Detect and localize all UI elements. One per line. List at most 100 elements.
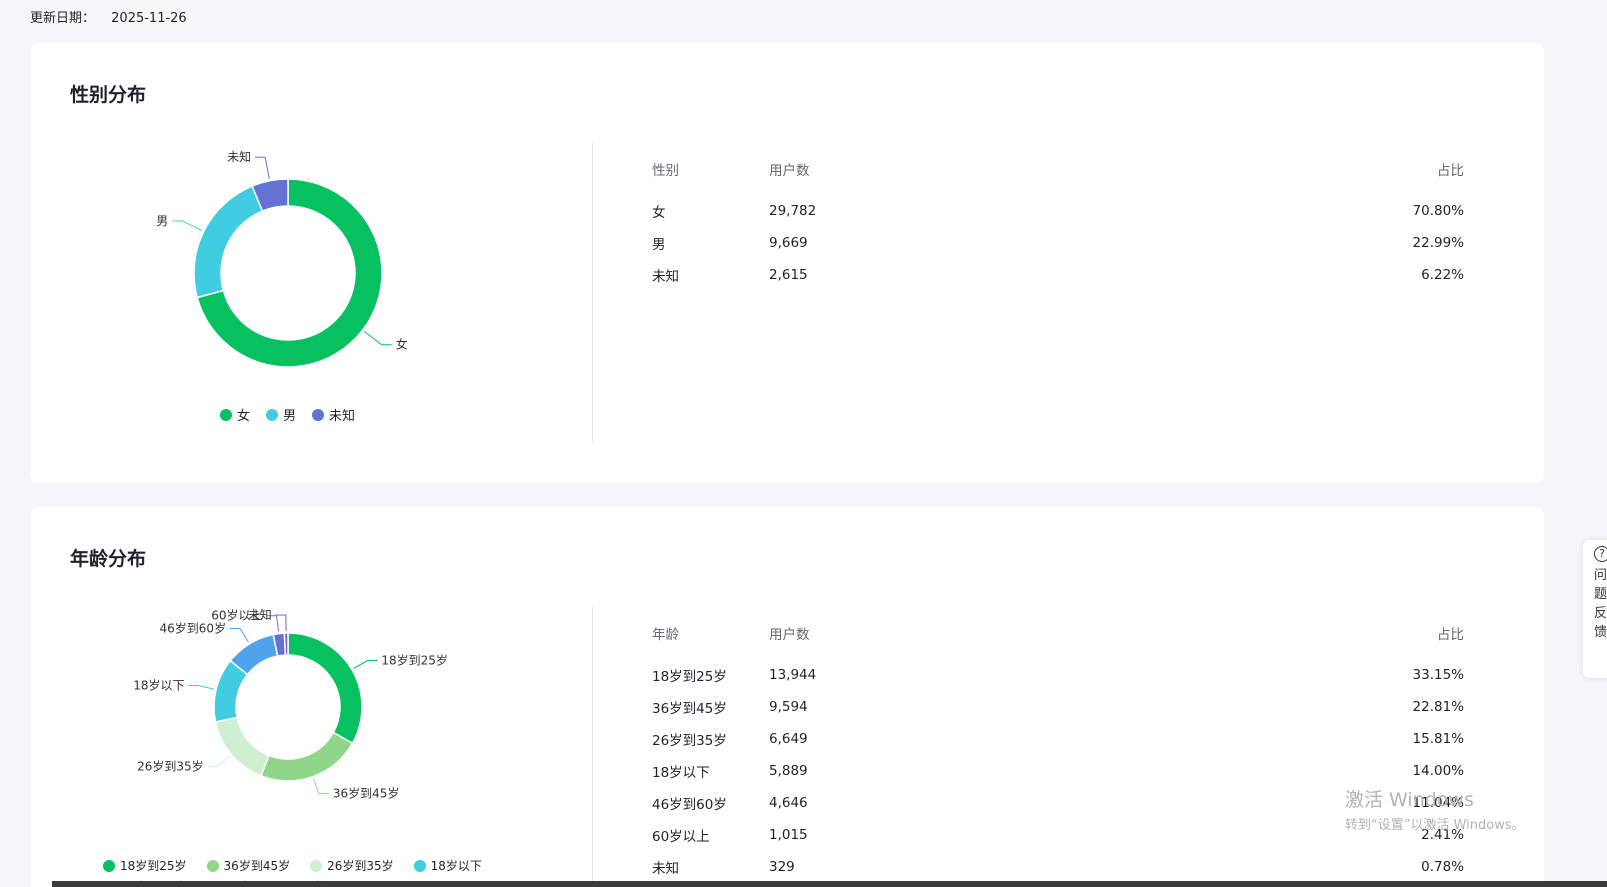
gender-legend-item[interactable]: 女 bbox=[220, 405, 250, 424]
row-users: 9,669 bbox=[769, 235, 808, 251]
gender-donut-chart: 女 男 未知 bbox=[156, 150, 408, 368]
row-label: 60岁以上 bbox=[652, 829, 710, 845]
row-label: 46岁到60岁 bbox=[652, 797, 727, 813]
row-label: 18岁以下 bbox=[652, 765, 710, 781]
table-row: 26岁到35岁 6,649 15.81% bbox=[652, 723, 1464, 755]
age-leader-line bbox=[188, 684, 215, 690]
row-label: 18岁到25岁 bbox=[652, 669, 727, 685]
row-ratio: 33.15% bbox=[1412, 667, 1464, 683]
gender-legend-item[interactable]: 男 bbox=[266, 405, 296, 424]
gender-leader-line bbox=[255, 156, 270, 179]
row-users: 13,944 bbox=[769, 667, 817, 683]
legend-dot-icon bbox=[206, 859, 219, 872]
table-row: 46岁到60岁 4,646 11.04% bbox=[652, 787, 1464, 819]
age-slice bbox=[259, 731, 354, 782]
watermark-line1: 激活 Windows bbox=[1345, 789, 1474, 811]
row-label: 未知 bbox=[652, 269, 679, 285]
gender-leader-line bbox=[172, 220, 203, 231]
table-row: 男 9,669 22.99% bbox=[652, 227, 1464, 259]
row-ratio: 14.00% bbox=[1412, 763, 1464, 779]
age-header-users: 用户数 bbox=[769, 627, 810, 643]
row-users: 6,649 bbox=[769, 731, 808, 747]
help-icon: ? bbox=[1594, 546, 1607, 562]
age-distribution-card: 年龄分布 18岁到25岁 36岁到45岁 26岁到35岁 18岁以下 46岁到60岁 60… bbox=[30, 507, 1544, 887]
age-table: 年龄 用户数 占比 18岁到25岁 13,944 33.15% 36岁到45岁 … bbox=[652, 623, 1464, 883]
age-donut-chart: 18岁到25岁36岁到45岁26岁到35岁18岁以下46岁到60岁60岁以上未知 bbox=[133, 608, 448, 801]
feedback-label: 问题反馈 bbox=[1594, 568, 1607, 640]
gender-legend: 女 男 未知 bbox=[220, 405, 371, 424]
age-legend-item[interactable]: 18岁到25岁 bbox=[103, 857, 187, 874]
row-users: 5,889 bbox=[769, 763, 808, 779]
gender-table: 性别 用户数 占比 女 29,782 70.80% 男 9,669 22.99%… bbox=[652, 159, 1464, 291]
gender-legend-label: 男 bbox=[283, 409, 297, 424]
table-row: 36岁到45岁 9,594 22.81% bbox=[652, 691, 1464, 723]
age-slice-label: 36岁到45岁 bbox=[333, 786, 400, 801]
age-legend-item[interactable]: 36岁到45岁 bbox=[206, 857, 290, 874]
legend-dot-icon bbox=[266, 408, 279, 421]
age-legend-label: 18岁以下 bbox=[430, 859, 482, 873]
age-header-category: 年龄 bbox=[652, 627, 679, 643]
age-leader-line bbox=[230, 627, 249, 643]
gender-slice-label: 男 bbox=[156, 214, 168, 228]
table-row: 未知 329 0.78% bbox=[652, 851, 1464, 883]
gender-distribution-card: 性别分布 女男未知 女男未知 性别 用户数 占比 女 29,782 70.80%… bbox=[30, 43, 1544, 483]
bottom-scrollbar[interactable] bbox=[52, 881, 1607, 887]
row-users: 2,615 bbox=[769, 267, 808, 283]
row-users: 29,782 bbox=[769, 203, 817, 219]
age-legend-item[interactable]: 26岁到35岁 bbox=[310, 857, 394, 874]
table-row: 未知 2,615 6.22% bbox=[652, 259, 1464, 291]
gender-header-ratio: 占比 bbox=[1437, 163, 1464, 179]
row-users: 9,594 bbox=[769, 699, 808, 715]
age-leader-line bbox=[353, 660, 378, 670]
age-table-header: 年龄 用户数 占比 bbox=[652, 623, 1464, 659]
age-divider bbox=[592, 607, 593, 887]
row-ratio: 0.78% bbox=[1421, 859, 1464, 875]
row-label: 36岁到45岁 bbox=[652, 701, 727, 717]
row-ratio: 6.22% bbox=[1421, 267, 1464, 283]
feedback-button[interactable]: ? 问题反馈 bbox=[1583, 540, 1607, 678]
age-slice-label: 18岁到25岁 bbox=[381, 653, 448, 668]
table-row: 18岁到25岁 13,944 33.15% bbox=[652, 659, 1464, 691]
age-slice-label: 18岁以下 bbox=[133, 677, 184, 692]
update-date-label: 更新日期： bbox=[30, 11, 96, 26]
row-label: 未知 bbox=[652, 861, 679, 877]
age-slice-label: 未知 bbox=[248, 608, 272, 622]
age-slice bbox=[283, 632, 289, 656]
row-label: 女 bbox=[652, 205, 666, 221]
update-date-value: 2025-11-26 bbox=[111, 11, 187, 26]
row-ratio: 70.80% bbox=[1412, 203, 1464, 219]
row-users: 1,015 bbox=[769, 827, 808, 843]
age-legend-label: 26岁到35岁 bbox=[327, 859, 394, 873]
age-leader-line bbox=[313, 778, 329, 795]
age-slice bbox=[287, 632, 363, 745]
row-users: 4,646 bbox=[769, 795, 808, 811]
legend-dot-icon bbox=[312, 408, 325, 421]
watermark-line2: 转到“设置”以激活 Windows。 bbox=[1345, 818, 1525, 833]
table-row: 18岁以下 5,889 14.00% bbox=[652, 755, 1464, 787]
gender-legend-item[interactable]: 未知 bbox=[312, 405, 355, 424]
legend-dot-icon bbox=[220, 408, 232, 421]
age-slice-label: 26岁到35岁 bbox=[137, 758, 204, 773]
row-label: 男 bbox=[652, 237, 666, 253]
gender-legend-label: 女 bbox=[237, 409, 251, 424]
row-users: 329 bbox=[769, 859, 795, 875]
age-slice bbox=[214, 716, 270, 777]
gender-slice-label: 未知 bbox=[227, 150, 251, 164]
age-legend-label: 18岁到25岁 bbox=[120, 859, 187, 873]
legend-dot-icon bbox=[310, 859, 323, 872]
table-row: 60岁以上 1,015 2.41% bbox=[652, 819, 1464, 851]
legend-dot-icon bbox=[103, 859, 115, 872]
row-ratio: 22.99% bbox=[1412, 235, 1464, 251]
age-legend-item[interactable]: 18岁以下 bbox=[413, 857, 482, 874]
gender-legend-label: 未知 bbox=[329, 409, 356, 424]
row-ratio: 22.81% bbox=[1412, 699, 1464, 715]
gender-divider bbox=[592, 143, 593, 443]
gender-header-category: 性别 bbox=[652, 163, 679, 179]
age-leader-line bbox=[207, 755, 231, 767]
legend-dot-icon bbox=[413, 859, 426, 872]
gender-slice bbox=[193, 185, 264, 299]
gender-slice-label: 女 bbox=[396, 337, 408, 352]
row-ratio: 15.81% bbox=[1412, 731, 1464, 747]
windows-activation-watermark: 激活 Windows 转到“设置”以激活 Windows。 bbox=[1345, 785, 1525, 833]
gender-leader-line bbox=[363, 330, 392, 346]
